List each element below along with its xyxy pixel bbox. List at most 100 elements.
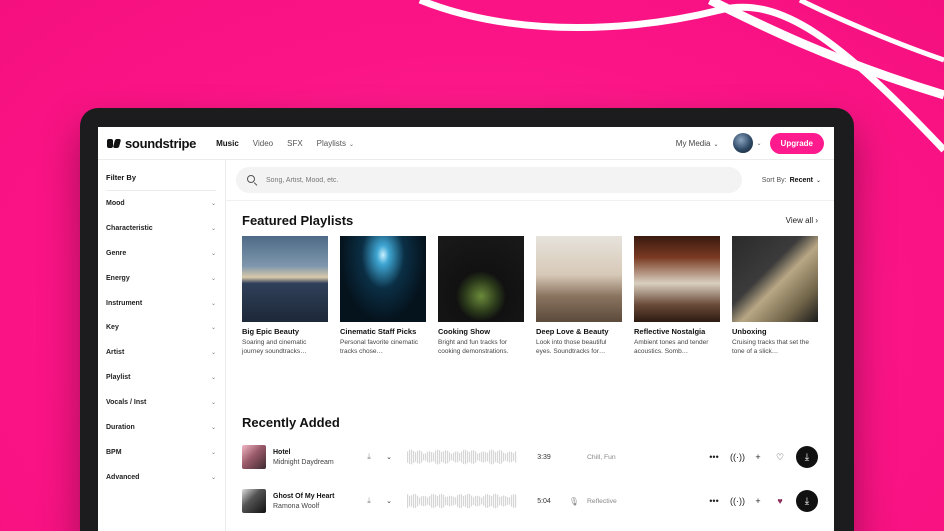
playlist-description: Look into those beautiful eyes. Soundtra… <box>536 339 607 355</box>
top-navigation-bar: soundstripe Music Video SFX Playlists ⌄ M… <box>98 127 834 160</box>
track-row[interactable]: Hotel Midnight Daydream ⤓ ⌄ 3:39 Chill, Fun ••… <box>242 445 818 469</box>
more-options-icon[interactable]: ••• <box>708 496 720 506</box>
track-info: Ghost Of My Heart Ramona Woolf <box>273 493 361 510</box>
playlist-card[interactable]: Deep Love & Beauty Look into those beauti… <box>536 236 622 356</box>
sort-by-dropdown[interactable]: Sort By: Recent ⌄ <box>762 177 821 184</box>
waveform[interactable] <box>407 492 517 510</box>
avatar[interactable] <box>732 133 753 153</box>
logo-text: soundstripe <box>125 135 197 151</box>
nav-video[interactable]: Video <box>253 139 273 148</box>
expand-chevron-icon[interactable]: ⌄ <box>377 497 401 505</box>
track-tags: Chill, Fun <box>587 453 616 461</box>
chevron-down-icon: ⌄ <box>210 350 216 357</box>
chevron-down-icon: ⌄ <box>713 141 719 148</box>
filter-vocals-inst[interactable]: Vocals / Inst ⌄ <box>106 390 216 415</box>
my-media-menu[interactable]: My Media ⌄ <box>676 139 719 148</box>
chevron-down-icon[interactable]: ⌄ <box>757 140 762 147</box>
soundstripe-logo-icon <box>107 138 122 149</box>
playlist-card[interactable]: Unboxing Cruising tracks that set the ton… <box>732 236 818 356</box>
filter-label: Playlist <box>106 374 131 382</box>
filter-bpm[interactable]: BPM ⌄ <box>106 440 216 465</box>
playlist-cover-image[interactable] <box>340 236 426 322</box>
expand-chevron-icon[interactable]: ⌄ <box>377 453 401 461</box>
filter-genre[interactable]: Genre ⌄ <box>106 241 216 266</box>
download-button[interactable]: ⤓ <box>796 446 818 468</box>
chevron-down-icon: ⌄ <box>210 474 216 481</box>
download-icon[interactable]: ⤓ <box>361 452 377 462</box>
filter-title: Filter By <box>106 173 216 191</box>
playlist-description: Soaring and cinematic journey soundtrack… <box>242 339 307 355</box>
playlist-description: Cruising tracks that set the tone of a s… <box>732 339 809 355</box>
add-icon[interactable]: + <box>752 496 764 506</box>
track-title[interactable]: Hotel <box>273 449 361 456</box>
track-cover-image[interactable] <box>242 445 266 469</box>
nav-sfx[interactable]: SFX <box>287 139 303 148</box>
filter-key[interactable]: Key ⌄ <box>106 315 216 340</box>
playlist-cover-image[interactable] <box>634 236 720 322</box>
filter-artist[interactable]: Artist ⌄ <box>106 340 216 365</box>
filter-characteristic[interactable]: Characteristic ⌄ <box>106 216 216 241</box>
track-title[interactable]: Ghost Of My Heart <box>273 493 361 500</box>
microphone-icon: 🎙︎ <box>568 496 580 506</box>
playlist-description: Ambient tones and tender acoustics. Somb… <box>634 339 709 355</box>
chevron-down-icon: ⌄ <box>349 141 355 148</box>
upgrade-button[interactable]: Upgrade <box>769 132 824 154</box>
heart-icon[interactable]: ♡ <box>774 452 786 463</box>
similar-search-icon[interactable]: ((·)) <box>730 496 745 506</box>
filter-energy[interactable]: Energy ⌄ <box>106 266 216 291</box>
waveform[interactable] <box>407 448 517 466</box>
chevron-down-icon: ⌄ <box>815 177 821 184</box>
filter-label: Artist <box>106 349 125 357</box>
playlist-cover-image[interactable] <box>242 236 328 322</box>
filter-advanced[interactable]: Advanced ⌄ <box>106 465 216 490</box>
filter-duration[interactable]: Duration ⌄ <box>106 415 216 440</box>
filter-mood[interactable]: Mood ⌄ <box>106 191 216 216</box>
filter-label: Vocals / Inst <box>106 399 147 407</box>
playlist-card[interactable]: Reflective Nostalgia Ambient tones and te… <box>634 236 720 356</box>
playlist-card[interactable]: Cinematic Staff Picks Personal favorite c… <box>340 236 426 356</box>
filter-instrument[interactable]: Instrument ⌄ <box>106 291 216 316</box>
track-artist[interactable]: Ramona Woolf <box>273 503 361 510</box>
filter-label: Instrument <box>106 299 143 307</box>
filter-label: Characteristic <box>106 224 153 232</box>
playlist-cover-image[interactable] <box>536 236 622 322</box>
playlist-cover-image[interactable] <box>732 236 818 322</box>
search-input[interactable] <box>266 176 706 184</box>
chevron-down-icon: ⌄ <box>210 225 216 232</box>
filter-label: Key <box>106 324 119 332</box>
track-duration: 5:04 <box>537 497 551 505</box>
nav-playlists[interactable]: Playlists ⌄ <box>317 139 354 148</box>
filter-sidebar: Filter By Mood ⌄ Characteristic ⌄ Genre ⌄ Ener… <box>98 160 226 531</box>
soundstripe-logo[interactable]: soundstripe <box>107 136 196 151</box>
featured-playlists-row: Big Epic Beauty Soaring and cinematic jou… <box>226 228 834 356</box>
chevron-down-icon: ⌄ <box>210 449 216 456</box>
track-cover-image[interactable] <box>242 489 266 513</box>
filter-label: BPM <box>106 448 122 456</box>
nav-music[interactable]: Music <box>216 139 239 148</box>
add-icon[interactable]: + <box>752 452 764 462</box>
chevron-down-icon: ⌄ <box>210 200 216 207</box>
track-row[interactable]: Ghost Of My Heart Ramona Woolf ⤓ ⌄ 5:04 🎙︎ Ref… <box>242 489 818 513</box>
heart-icon[interactable]: ♥ <box>774 496 786 506</box>
track-actions: ••• ((·)) + ♥ ⤓ <box>708 490 818 512</box>
playlist-card[interactable]: Big Epic Beauty Soaring and cinematic jou… <box>242 236 328 356</box>
playlist-cover-image[interactable] <box>438 236 524 322</box>
download-button[interactable]: ⤓ <box>796 490 818 512</box>
similar-search-icon[interactable]: ((·)) <box>730 452 745 462</box>
recent-header: Recently Added <box>226 415 356 430</box>
chevron-down-icon: ⌄ <box>210 275 216 282</box>
filter-playlist[interactable]: Playlist ⌄ <box>106 365 216 390</box>
playlist-title: Reflective Nostalgia <box>634 327 706 336</box>
download-icon[interactable]: ⤓ <box>361 496 377 506</box>
featured-title: Featured Playlists <box>242 213 354 228</box>
filter-label: Mood <box>106 199 125 207</box>
search-bar[interactable] <box>236 167 742 193</box>
filter-label: Advanced <box>106 473 140 481</box>
playlist-card[interactable]: Cooking Show Bright and fun tracks for co… <box>438 236 524 356</box>
app-window: soundstripe Music Video SFX Playlists ⌄ M… <box>98 127 834 531</box>
more-options-icon[interactable]: ••• <box>708 452 720 462</box>
view-all-link[interactable]: View all › <box>786 216 818 225</box>
nav-playlists-label: Playlists <box>316 138 347 148</box>
main-content: Sort By:Recent⌄ Featured Playlists View … <box>226 160 834 531</box>
track-artist[interactable]: Midnight Daydream <box>273 459 361 466</box>
